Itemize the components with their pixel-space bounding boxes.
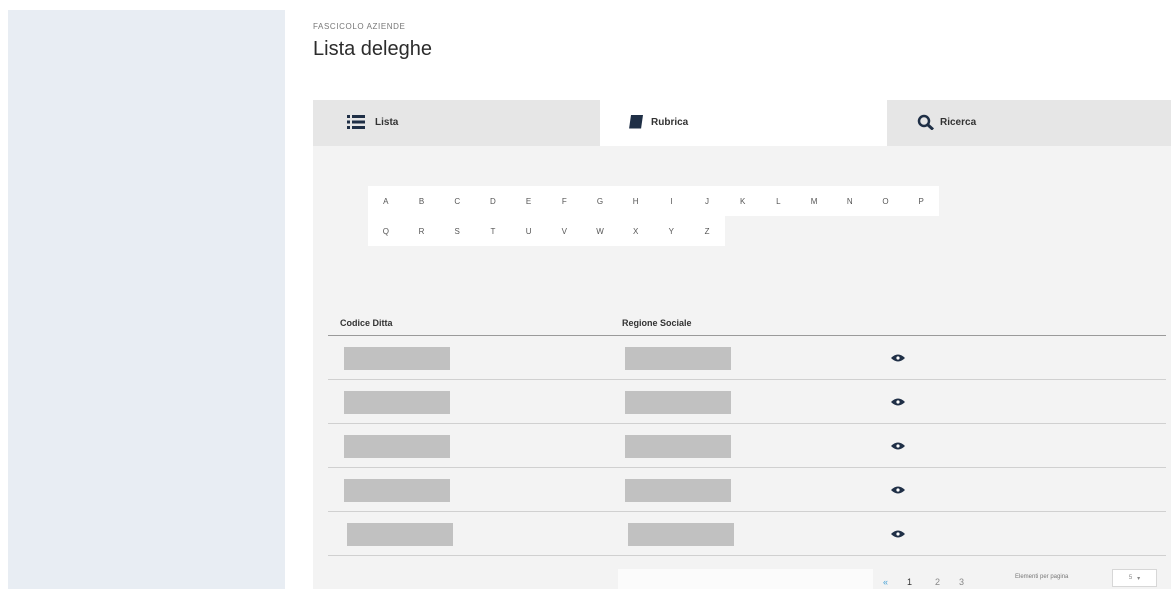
letter-i[interactable]: I: [653, 186, 690, 216]
letter-y[interactable]: Y: [653, 216, 690, 246]
letter-a[interactable]: A: [368, 186, 404, 216]
sidebar: [8, 10, 285, 589]
tab-rubrica-label: Rubrica: [651, 117, 689, 128]
eye-icon[interactable]: [891, 353, 905, 363]
table-row: [328, 380, 1166, 424]
column-header-regione-sociale: Regione Sociale: [622, 318, 692, 328]
letter-q[interactable]: Q: [368, 216, 404, 246]
letter-j[interactable]: J: [689, 186, 725, 216]
alphabet-filter: A B C D E F G H I J K L M N O P Q R S T …: [368, 186, 1083, 246]
letter-e[interactable]: E: [510, 186, 547, 216]
eye-icon[interactable]: [891, 441, 905, 451]
letter-l[interactable]: L: [760, 186, 797, 216]
rubrica-panel: A B C D E F G H I J K L M N O P Q R S T …: [313, 146, 1171, 589]
table-row: [328, 468, 1166, 512]
table-row: [328, 512, 1166, 556]
letter-z[interactable]: Z: [689, 216, 725, 246]
ragione-sociale-cell: [625, 391, 731, 414]
letter-m[interactable]: M: [796, 186, 832, 216]
eye-icon[interactable]: [891, 485, 905, 495]
letter-n[interactable]: N: [831, 186, 868, 216]
alphabet-row: Q R S T U V W X Y Z: [368, 216, 818, 246]
codice-ditta-cell: [344, 391, 450, 414]
letter-c[interactable]: C: [439, 186, 476, 216]
tab-bar: Lista Rubrica Ricerca: [313, 100, 1171, 146]
per-page-value: 5: [1128, 575, 1133, 581]
letter-k[interactable]: K: [724, 186, 761, 216]
ragione-sociale-cell: [625, 435, 731, 458]
pagination-page-3[interactable]: 3: [959, 577, 964, 587]
letter-g[interactable]: G: [582, 186, 618, 216]
letter-w[interactable]: W: [582, 216, 618, 246]
ragione-sociale-cell: [628, 523, 734, 546]
table-row: [328, 424, 1166, 468]
per-page-label: Elementi per pagina: [1015, 574, 1069, 580]
column-header-codice-ditta: Codice Ditta: [340, 318, 393, 328]
pagination-page-1[interactable]: 1: [907, 577, 912, 587]
list-icon: [347, 115, 365, 129]
chevron-down-icon: ▾: [1137, 575, 1141, 582]
tab-ricerca[interactable]: Ricerca: [887, 100, 1171, 146]
book-icon: [629, 115, 643, 130]
letter-b[interactable]: B: [403, 186, 440, 216]
letter-x[interactable]: X: [617, 216, 654, 246]
pagination-page-2[interactable]: 2: [935, 577, 940, 587]
tab-rubrica[interactable]: Rubrica: [600, 100, 887, 146]
letter-t[interactable]: T: [475, 216, 511, 246]
tab-lista[interactable]: Lista: [313, 100, 600, 146]
tab-ricerca-label: Ricerca: [940, 117, 977, 128]
search-icon: [917, 114, 935, 130]
letter-p[interactable]: P: [903, 186, 939, 216]
codice-ditta-cell: [344, 347, 450, 370]
deleghe-table: Codice Ditta Regione Sociale: [328, 311, 1166, 556]
table-row: [328, 336, 1166, 380]
codice-ditta-cell: [344, 435, 450, 458]
per-page-select[interactable]: 5 ▾: [1112, 569, 1157, 587]
letter-o[interactable]: O: [867, 186, 904, 216]
tab-lista-label: Lista: [375, 117, 399, 128]
eye-icon[interactable]: [891, 529, 905, 539]
ragione-sociale-cell: [625, 347, 731, 370]
codice-ditta-cell: [347, 523, 453, 546]
letter-v[interactable]: V: [546, 216, 583, 246]
alphabet-row: A B C D E F G H I J K L M N O P: [368, 186, 1083, 216]
letter-r[interactable]: R: [403, 216, 440, 246]
breadcrumb: FASCICOLO AZIENDE: [313, 22, 406, 31]
letter-d[interactable]: D: [475, 186, 511, 216]
letter-u[interactable]: U: [510, 216, 547, 246]
letter-h[interactable]: H: [617, 186, 654, 216]
eye-icon[interactable]: [891, 397, 905, 407]
table-header: Codice Ditta Regione Sociale: [328, 311, 1166, 336]
letter-f[interactable]: F: [546, 186, 583, 216]
pagination-prev[interactable]: «: [883, 577, 888, 587]
ragione-sociale-cell: [625, 479, 731, 502]
letter-s[interactable]: S: [439, 216, 476, 246]
page-title: Lista deleghe: [313, 38, 432, 60]
pagination-info: [618, 569, 873, 589]
codice-ditta-cell: [344, 479, 450, 502]
